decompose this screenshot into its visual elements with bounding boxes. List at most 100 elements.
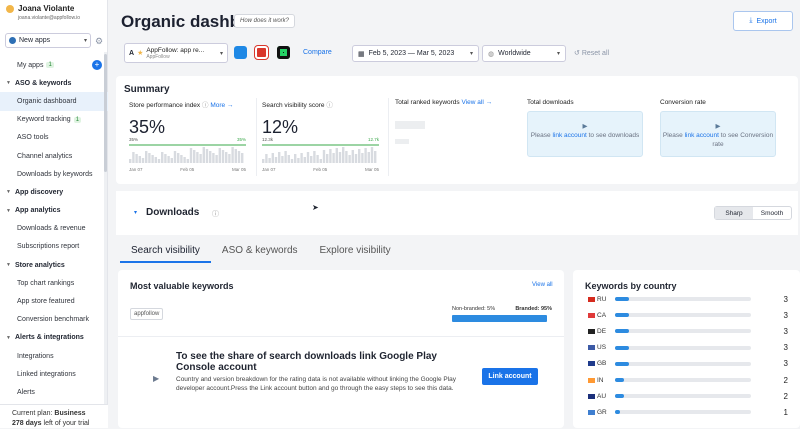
- chevron-down-icon: ▼: [6, 334, 11, 341]
- smooth-option[interactable]: Smooth: [753, 207, 791, 219]
- sidebar-item-top-chart-rankings[interactable]: Top chart rankings: [0, 274, 108, 292]
- notice-heading: To see the share of search downloads lin…: [176, 351, 437, 373]
- sparkline-bar: [212, 153, 215, 163]
- sidebar-item-my-apps[interactable]: My apps 1 +: [0, 56, 108, 74]
- sidebar-item-label: Alerts: [17, 388, 35, 396]
- flag-icon: [588, 377, 595, 383]
- compare-link[interactable]: Compare: [303, 49, 332, 56]
- metric-label: Total ranked keywords: [395, 99, 460, 106]
- competitor-app-icon[interactable]: [254, 45, 269, 60]
- sparkline-bar: [145, 151, 148, 163]
- sparkline-bar: [326, 154, 329, 163]
- export-button[interactable]: ⤓ Export: [733, 11, 793, 31]
- sparkline-bar: [303, 157, 306, 163]
- sidebar-item-aso-tools[interactable]: ASO tools: [0, 129, 108, 147]
- tab-search-visibility[interactable]: Search visibility: [120, 243, 211, 263]
- mini-value: 35%: [129, 137, 139, 142]
- date-range-value: Feb 5, 2023 — Mar 5, 2023: [368, 50, 455, 57]
- sparkline-bar: [148, 153, 151, 163]
- country-row: US 3: [588, 343, 788, 353]
- axis-tick: Mar 05: [231, 167, 246, 172]
- link-account-button[interactable]: Link account: [482, 368, 538, 385]
- sidebar-item-label: Store analytics: [14, 261, 65, 269]
- export-label: Export: [756, 17, 777, 25]
- chart-style-toggle[interactable]: Sharp Smooth: [714, 206, 792, 220]
- sidebar-item-label: Alerts & integrations: [14, 334, 84, 342]
- store-performance-value: 35%: [129, 117, 166, 137]
- sharp-option[interactable]: Sharp: [715, 207, 753, 219]
- country-bar: [615, 329, 629, 334]
- sidebar-item-aso-keywords[interactable]: ▼ ASO & keywords: [0, 74, 108, 92]
- sparkline-bar: [265, 154, 268, 163]
- collapse-icon[interactable]: ▾: [134, 209, 137, 216]
- sparkline-bar: [135, 154, 138, 163]
- more-link[interactable]: More →: [210, 102, 233, 109]
- keyword-tag[interactable]: appfollow: [130, 308, 164, 320]
- chevron-down-icon: ▼: [6, 80, 11, 87]
- app-selector[interactable]: A ★ AppFollow: app re... AppFollow ▾: [124, 43, 228, 63]
- sparkline-bar: [129, 159, 132, 163]
- sidebar-item-subscriptions-report[interactable]: Subscriptions report: [0, 238, 108, 256]
- sidebar-item-label: App discovery: [14, 188, 64, 196]
- country-count: 2: [783, 375, 788, 385]
- sparkline-bar: [161, 152, 164, 163]
- search-visibility-value: 12%: [262, 117, 299, 137]
- sidebar-item-conversion-benchmark[interactable]: Conversion benchmark: [0, 311, 108, 329]
- sparkline-bar: [354, 154, 358, 163]
- sidebar-item-linked-integrations[interactable]: Linked integrations: [0, 365, 108, 383]
- user-profile[interactable]: Joana Violante joana.violante@appfollow.…: [6, 4, 80, 21]
- date-range-picker[interactable]: ▦ Feb 5, 2023 — Mar 5, 2023 ▾: [352, 45, 479, 62]
- star-icon: ★: [137, 50, 144, 57]
- sparkline-bar: [262, 159, 265, 163]
- country-bar: [615, 297, 629, 301]
- sidebar-item-app-analytics[interactable]: ▼ App analytics: [0, 202, 108, 220]
- app-group-select[interactable]: New apps ▾: [5, 33, 91, 48]
- mouse-cursor-icon: ➤: [312, 203, 319, 212]
- chevron-down-icon: ▼: [6, 262, 11, 269]
- trial-days: 278 days: [12, 420, 42, 427]
- conversion-rate-metric: Conversion rate ▶ Please link account to…: [660, 99, 785, 177]
- sidebar-item-alerts-integrations[interactable]: ▼ Alerts & integrations: [0, 329, 108, 347]
- sidebar-item-channel-analytics[interactable]: Channel analytics: [0, 147, 108, 165]
- country-code: DE: [597, 327, 607, 335]
- sparkline-bar: [322, 150, 326, 163]
- sparkline-bar: [241, 153, 244, 163]
- sidebar-item-app-discovery[interactable]: ▼ App discovery: [0, 183, 108, 201]
- country-code: AU: [597, 392, 607, 400]
- sparkline-bar: [167, 156, 170, 163]
- sidebar-item-store-analytics[interactable]: ▼ Store analytics: [0, 256, 108, 274]
- country-row: GR 1: [588, 407, 788, 417]
- sidebar-item-downloads-by-keywords[interactable]: Downloads by keywords: [0, 165, 108, 183]
- app-store-icon[interactable]: [234, 46, 247, 59]
- link-account-link[interactable]: link account: [552, 132, 586, 139]
- gear-icon[interactable]: ⚙: [95, 36, 103, 47]
- sidebar-item-keyword-tracking[interactable]: Keyword tracking 1: [0, 111, 108, 129]
- how-it-works-button[interactable]: How does it work?: [234, 14, 296, 28]
- view-all-link[interactable]: View all →: [461, 99, 492, 106]
- country-code: GR: [597, 408, 607, 416]
- tab-aso-keywords[interactable]: ASO & keywords: [211, 243, 309, 263]
- competitor-app-icon-2[interactable]: [277, 46, 290, 59]
- sidebar-scrollbar[interactable]: [104, 54, 107, 172]
- sidebar-item-organic-dashboard[interactable]: Organic dashboard: [0, 92, 108, 111]
- sidebar-item-alerts[interactable]: Alerts: [0, 383, 108, 401]
- app-developer: AppFollow: [146, 53, 170, 60]
- sidebar-item-app-store-featured[interactable]: App store featured: [0, 292, 108, 310]
- region-select[interactable]: ◍ Worldwide ▾: [482, 45, 566, 62]
- reset-icon: ↺: [574, 50, 580, 57]
- view-all-link[interactable]: View all: [532, 282, 553, 288]
- sparkline-bar: [151, 155, 154, 163]
- add-app-icon[interactable]: +: [92, 60, 102, 71]
- sidebar-item-downloads-revenue[interactable]: Downloads & revenue: [0, 220, 108, 238]
- sidebar-item-integrations[interactable]: Integrations: [0, 347, 108, 365]
- sparkline-bar: [284, 151, 287, 163]
- link-account-link[interactable]: link account: [685, 132, 719, 139]
- branded-bar: [452, 315, 547, 322]
- sparkline-bar: [154, 157, 157, 163]
- country-count: 2: [783, 391, 788, 401]
- most-valuable-keywords-card: Most valuable keywords View all appfollo…: [118, 270, 564, 428]
- reset-all-button[interactable]: ↺ Reset all: [574, 49, 609, 57]
- tab-explore-visibility[interactable]: Explore visibility: [309, 243, 402, 263]
- sparkline-bar: [300, 153, 303, 163]
- country-bar-track: [615, 394, 751, 399]
